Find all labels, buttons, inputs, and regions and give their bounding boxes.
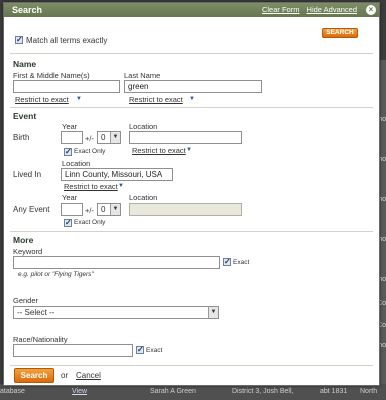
close-icon[interactable]: ×: [366, 5, 376, 15]
search-dialog: Search Clear Form Hide Advanced × Match …: [3, 2, 380, 386]
race-exact-label: Exact: [146, 347, 163, 354]
chevron-down-icon: ▼: [186, 147, 192, 153]
dialog-header-links: Clear Form Hide Advanced: [257, 5, 357, 14]
search-button[interactable]: Search: [14, 368, 54, 383]
restrict-birth-location-link[interactable]: Restrict to exact: [132, 146, 186, 155]
chevron-down-icon: ▼: [110, 132, 120, 143]
or-text: or: [61, 371, 69, 380]
gender-selected-value: -- Select --: [17, 308, 55, 317]
bg-database-label: atabase: [0, 388, 25, 395]
any-exact-only-label: Exact Only: [74, 219, 106, 226]
divider: [10, 107, 373, 108]
clear-form-link[interactable]: Clear Form: [262, 5, 300, 14]
any-location-label: Location: [129, 193, 158, 202]
birth-year-label: Year: [62, 122, 78, 131]
keyword-input[interactable]: [13, 256, 220, 269]
birth-range-select[interactable]: 0 ▼: [97, 131, 121, 144]
bg-result-year: abt 1831: [320, 388, 348, 395]
any-range-value: 0: [101, 205, 106, 214]
keyword-exact-label: Exact: [233, 259, 250, 266]
any-year-label: Year: [62, 193, 78, 202]
divider: [10, 53, 373, 54]
bg-result-district: District 3, Josh Bell,: [232, 388, 294, 395]
keyword-exact-checkbox[interactable]: [223, 257, 231, 266]
any-event-label: Any Event: [13, 205, 50, 214]
gender-select[interactable]: -- Select -- ▼: [13, 306, 219, 319]
first-name-input[interactable]: [13, 80, 120, 93]
dialog-titlebar: Search Clear Form Hide Advanced ×: [4, 3, 379, 17]
race-exact-checkbox[interactable]: [136, 345, 144, 354]
dialog-title: Search: [12, 5, 43, 15]
keyword-label: Keyword: [13, 247, 43, 256]
bg-result-name: Sarah A Green: [150, 388, 196, 395]
match-all-label: Match all terms exactly: [26, 36, 108, 45]
any-range-select[interactable]: 0 ▼: [97, 203, 121, 216]
bg-view-link[interactable]: View: [72, 388, 87, 395]
gender-label: Gender: [13, 296, 39, 305]
lived-location-label: Location: [62, 159, 91, 168]
birth-location-input[interactable]: [129, 131, 242, 144]
divider: [10, 231, 373, 232]
birth-range-value: 0: [101, 133, 106, 142]
birth-plusminus: +/-: [85, 134, 94, 143]
more-heading: More: [13, 235, 34, 245]
last-name-label: Last Name: [124, 71, 161, 80]
first-name-label: First & Middle Name(s): [13, 71, 90, 80]
any-plusminus: +/-: [85, 206, 94, 215]
chevron-down-icon: ▼: [208, 307, 218, 318]
lived-in-label: Lived In: [13, 170, 42, 179]
birth-exact-only-checkbox[interactable]: [64, 147, 72, 156]
birth-year-input[interactable]: [61, 131, 83, 144]
any-location-input[interactable]: [129, 203, 242, 216]
any-year-input[interactable]: [61, 203, 83, 216]
lived-in-input[interactable]: Linn County, Missouri, USA: [61, 168, 173, 181]
name-heading: Name: [13, 59, 37, 69]
divider: [10, 365, 373, 366]
birth-label: Birth: [13, 133, 30, 142]
birth-location-label: Location: [129, 122, 158, 131]
top-search-button[interactable]: SEARCH: [322, 28, 358, 38]
chevron-down-icon: ▼: [76, 96, 82, 102]
birth-exact-only-label: Exact Only: [74, 148, 106, 155]
restrict-first-link[interactable]: Restrict to exact: [15, 95, 69, 104]
chevron-down-icon: ▼: [118, 183, 124, 189]
chevron-down-icon: ▼: [110, 204, 120, 215]
restrict-last-link[interactable]: Restrict to exact: [129, 95, 183, 104]
restrict-lived-link[interactable]: Restrict to exact: [64, 182, 118, 191]
dialog-body: Match all terms exactly SEARCH Name Firs…: [4, 17, 379, 387]
race-label: Race/Nationality: [13, 335, 68, 344]
cancel-link[interactable]: Cancel: [76, 371, 101, 380]
last-name-input[interactable]: green: [124, 80, 262, 93]
match-all-checkbox[interactable]: [15, 35, 23, 44]
race-input[interactable]: [13, 344, 133, 357]
hide-advanced-link[interactable]: Hide Advanced: [307, 5, 357, 14]
keyword-hint: e.g. pilot or "Flying Tigers": [18, 271, 94, 278]
chevron-down-icon: ▼: [189, 96, 195, 102]
bg-result-place: North: [360, 388, 378, 395]
any-exact-only-checkbox[interactable]: [64, 218, 72, 227]
event-heading: Event: [13, 111, 37, 121]
